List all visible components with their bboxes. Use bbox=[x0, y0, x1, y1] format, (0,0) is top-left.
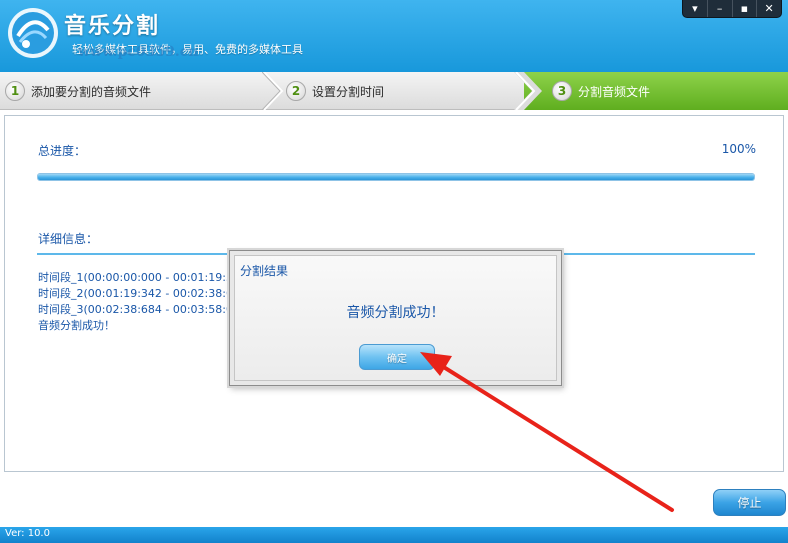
stop-button[interactable]: 停止 bbox=[713, 489, 786, 516]
step-2[interactable]: 2 设置分割时间 bbox=[286, 72, 384, 110]
progress-fill bbox=[38, 174, 754, 180]
version-text: Ver: 10.0 bbox=[5, 528, 50, 539]
step-label: 添加要分割的音频文件 bbox=[31, 84, 152, 99]
step-number: 3 bbox=[552, 81, 572, 101]
dialog-title: 分割结果 bbox=[240, 264, 289, 278]
close-button[interactable]: ✕ bbox=[757, 0, 781, 17]
status-bar: Ver: 10.0 bbox=[0, 527, 788, 543]
progress-percent: 100% bbox=[721, 142, 756, 156]
total-progress-label: 总进度： bbox=[38, 144, 87, 158]
step-number: 2 bbox=[286, 81, 306, 101]
total-progress-bar bbox=[37, 173, 755, 181]
log-line: 时间段_3(00:02:38:684 - 00:03:58:0 bbox=[38, 303, 228, 316]
menu-dropdown-button[interactable]: ▾ bbox=[683, 0, 708, 17]
step-number: 1 bbox=[5, 81, 25, 101]
step-1[interactable]: 1 添加要分割的音频文件 bbox=[5, 72, 151, 110]
step-separator-icon bbox=[262, 72, 284, 110]
dialog-message: 音频分割成功！ bbox=[346, 305, 445, 321]
detail-log: 时间段_1(00:00:00:000 - 00:01:19:342) 时间段_2… bbox=[38, 270, 228, 334]
title-bar: 音乐分割 轻松多媒体工具软件，易用、免费的多媒体工具 www.pc0359.cn… bbox=[0, 0, 788, 72]
result-dialog: 分割结果 音频分割成功！ 确定 bbox=[229, 250, 562, 386]
log-line: 时间段_1(00:00:00:000 - 00:01:19:342) bbox=[38, 271, 228, 284]
app-title: 音乐分割 bbox=[64, 14, 161, 39]
step-label: 设置分割时间 bbox=[312, 84, 385, 99]
watermark-text: www.pc0359.cn bbox=[78, 44, 199, 60]
step-label: 分割音频文件 bbox=[578, 84, 651, 99]
window-controls: ▾ – ▪ ✕ bbox=[682, 0, 782, 18]
app-logo-icon bbox=[8, 8, 58, 58]
log-line: 时间段_2(00:01:19:342 - 00:02:38:684) bbox=[38, 287, 228, 300]
ok-button[interactable]: 确定 bbox=[359, 344, 435, 370]
detail-info-label: 详细信息： bbox=[38, 232, 99, 246]
step-separator-icon bbox=[514, 72, 542, 110]
minimize-button[interactable]: – bbox=[708, 0, 733, 17]
maximize-button[interactable]: ▪ bbox=[733, 0, 758, 17]
step-3[interactable]: 3 分割音频文件 bbox=[552, 72, 650, 110]
log-line: 音频分割成功！ bbox=[38, 319, 115, 332]
